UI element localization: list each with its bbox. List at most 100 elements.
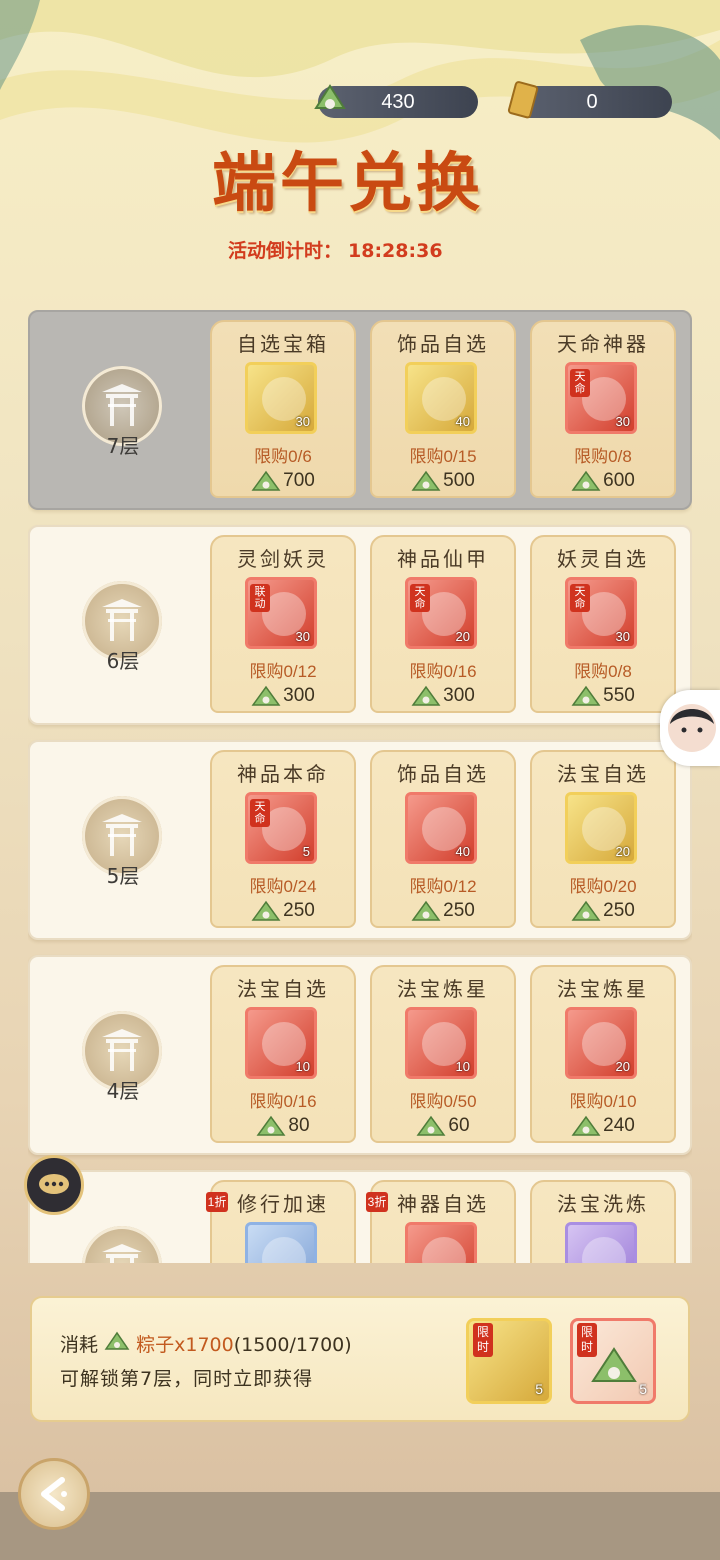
cost-value: 500	[443, 470, 475, 492]
exchange-item-card[interactable]: 法宝炼星 20 限购0/10 240	[530, 965, 676, 1143]
item-cost: 250	[372, 900, 514, 922]
zongzi-icon	[571, 470, 601, 491]
item-cost: 240	[532, 1115, 674, 1137]
item-qty: 20	[615, 844, 630, 859]
purchase-limit: 限购0/16	[249, 1092, 317, 1111]
footer-bar	[0, 1492, 720, 1560]
cost-value: 300	[283, 685, 315, 707]
ticket-count: 0	[586, 90, 598, 113]
assistant-avatar[interactable]	[660, 690, 720, 766]
gate-icon	[102, 814, 142, 856]
item-icon	[565, 1222, 637, 1263]
zongzi-icon	[411, 900, 441, 921]
zongzi-icon	[251, 470, 281, 491]
item-icon: 20	[565, 1007, 637, 1079]
gate-icon	[102, 599, 142, 641]
item-qty: 20	[455, 629, 470, 644]
exchange-item-card[interactable]: 神品本命 天命 5 限购0/24 250	[210, 750, 356, 928]
item-qty: 10	[295, 1059, 310, 1074]
cost-value: 250	[283, 900, 315, 922]
reward-zongzi[interactable]: 限时 5	[570, 1318, 656, 1404]
item-icon: 天命 20	[405, 577, 477, 649]
purchase-limit: 限购0/6	[254, 447, 312, 466]
page-title: 端午兑换	[212, 146, 484, 221]
exchange-item-card[interactable]: 妖灵自选天命 30 限购0/8 550	[530, 535, 676, 713]
purchase-limit: 限购0/12	[249, 662, 317, 681]
item-icon: 40	[405, 362, 477, 434]
item-icon: 10	[245, 1007, 317, 1079]
cost-value: 300	[443, 685, 475, 707]
cost-value: 80	[288, 1115, 310, 1137]
exchange-item-card[interactable]: 3折 神器自选	[366, 1180, 516, 1263]
zongzi-count: 430	[381, 90, 415, 113]
purchase-limit: 限购0/8	[574, 662, 632, 681]
gate-icon	[102, 384, 142, 426]
exchange-item-card[interactable]: 灵剑妖灵 联动 30 限购0/12 300	[210, 535, 356, 713]
unlock-panel: 消耗 粽子x1700(1500/1700) 可解锁第7层，同时立即获得 限时 5…	[30, 1296, 690, 1422]
item-qty: 10	[455, 1059, 470, 1074]
item-name: 法宝自选	[557, 762, 649, 786]
tier-list[interactable]: 7层 自选宝箱 30 限购0/6 700 饰品自选 40 限购0/15 500 天命神器 天命 30 限…	[28, 310, 692, 1263]
purchase-limit: 限购0/15	[409, 447, 477, 466]
zongzi-icon	[591, 1347, 637, 1382]
item-cost: 80	[212, 1115, 354, 1137]
countdown-label: 活动倒计时：	[228, 240, 343, 262]
tier-label: 4层	[106, 1079, 140, 1103]
zongzi-icon	[411, 470, 441, 491]
cost-value: 550	[603, 685, 635, 707]
zongzi-icon	[571, 685, 601, 706]
ticket-counter: 0	[507, 81, 672, 119]
tier-row: 5层 神品本命 天命 5 限购0/24 250 饰品自选 40 限购0/12 250 法宝自选 20 限…	[28, 740, 692, 940]
purchase-limit: 限购0/24	[249, 877, 317, 896]
item-tag: 天命	[570, 369, 590, 397]
exchange-item-card[interactable]: 饰品自选 40 限购0/12 250	[370, 750, 516, 928]
tier-row: 6层 灵剑妖灵 联动 30 限购0/12 300 神品仙甲 天命 20 限购0/16 300 妖灵自选…	[28, 525, 692, 725]
item-name: 法宝炼星	[397, 977, 489, 1001]
item-qty: 30	[295, 629, 310, 644]
cost-value: 250	[603, 900, 635, 922]
exchange-item-card[interactable]: 法宝炼星 10 限购0/50 60	[370, 965, 516, 1143]
item-cost: 250	[532, 900, 674, 922]
tier-badge	[82, 1226, 162, 1263]
item-icon: 天命 30	[565, 577, 637, 649]
unlock-progress: (1500/1700)	[233, 1334, 352, 1356]
exchange-item-card[interactable]: 1折 修行加速	[206, 1180, 356, 1263]
item-name: 神品本命	[237, 762, 329, 786]
zongzi-icon	[416, 1115, 446, 1136]
exchange-item-card[interactable]: 法宝自选 10 限购0/16 80	[210, 965, 356, 1143]
item-name: 法宝自选	[237, 977, 329, 1001]
purchase-limit: 限购0/16	[409, 662, 477, 681]
unlock-description: 可解锁第7层，同时立即获得	[60, 1368, 314, 1390]
cost-value: 240	[603, 1115, 635, 1137]
chat-icon	[39, 1174, 69, 1194]
item-name: 法宝洗炼	[557, 1192, 649, 1216]
exchange-item-card[interactable]: 自选宝箱 30 限购0/6 700	[210, 320, 356, 498]
item-name: 修行加速	[237, 1192, 329, 1216]
item-name: 神品仙甲	[397, 547, 489, 571]
tier-label: 7层	[106, 434, 140, 458]
ticket-icon	[507, 81, 539, 119]
limited-tag: 限时	[473, 1323, 493, 1357]
zongzi-icon	[314, 84, 346, 109]
item-icon: 联动 30	[245, 577, 317, 649]
unlock-cost-line: 消耗 粽子x1700(1500/1700)	[60, 1330, 352, 1357]
back-button[interactable]	[18, 1458, 90, 1530]
exchange-item-card[interactable]: 法宝洗炼	[530, 1180, 676, 1263]
gate-icon	[102, 1029, 142, 1071]
exchange-item-card[interactable]: 法宝自选 20 限购0/20 250	[530, 750, 676, 928]
item-cost: 550	[532, 685, 674, 707]
exchange-item-card[interactable]: 天命神器 天命 30 限购0/8 600	[530, 320, 676, 498]
exchange-item-card[interactable]: 神品仙甲天命 20 限购0/16 300	[370, 535, 516, 713]
item-icon: 30	[245, 362, 317, 434]
item-icon: 20	[565, 792, 637, 864]
reward-ticket[interactable]: 限时 5	[466, 1318, 552, 1404]
zongzi-icon	[256, 1115, 286, 1136]
chat-button[interactable]	[24, 1155, 84, 1215]
exchange-item-card[interactable]: 饰品自选 40 限购0/15 500	[370, 320, 516, 498]
reward-qty: 5	[639, 1381, 647, 1397]
back-arrow-icon	[41, 1477, 67, 1511]
item-name: 妖灵自选	[557, 547, 649, 571]
tier-label: 6层	[106, 649, 140, 673]
countdown: 活动倒计时： 18:28:36	[228, 236, 443, 263]
purchase-limit: 限购0/20	[569, 877, 637, 896]
